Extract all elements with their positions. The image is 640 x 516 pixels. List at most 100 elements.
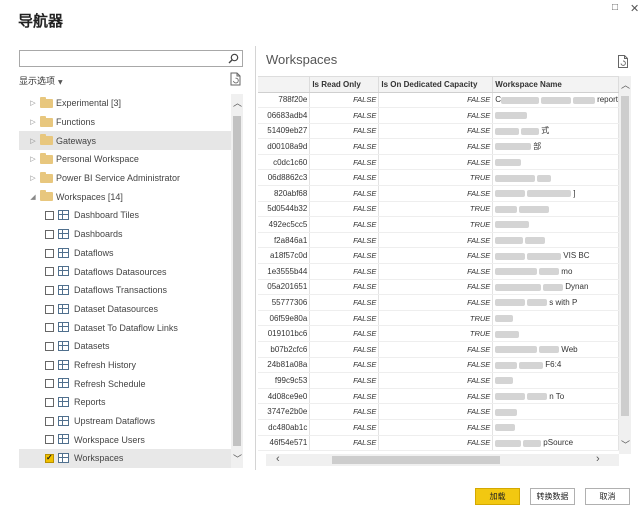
redacted-text: [525, 237, 546, 245]
scroll-down-icon[interactable]: ﹀: [621, 438, 630, 451]
tree-table-item[interactable]: Datasets: [19, 337, 231, 356]
tree-table-item[interactable]: Dashboards: [19, 225, 231, 244]
search-icon[interactable]: [228, 53, 239, 64]
preview-vertical-scrollbar[interactable]: ︿ ﹀: [619, 76, 631, 454]
checkbox[interactable]: [45, 398, 54, 407]
checkbox[interactable]: [45, 248, 54, 258]
transform-data-button[interactable]: 转换数据: [530, 488, 575, 505]
table-row: 51409eb27 FALSE FALSE 式: [258, 123, 619, 140]
is-dedicated-capacity-cell: FALSE: [378, 107, 494, 124]
scroll-down-icon[interactable]: ﹀: [233, 452, 242, 465]
preview-vertical-scroll-thumb[interactable]: [621, 96, 629, 416]
checkbox[interactable]: [45, 267, 54, 277]
redacted-text: [573, 96, 596, 104]
is-read-only-cell: FALSE: [309, 388, 380, 405]
column-header[interactable]: Is Read Only: [309, 77, 380, 93]
column-header[interactable]: [258, 77, 311, 93]
workspace-name-suffix: Dynan: [565, 282, 589, 292]
column-header[interactable]: Workspace Name: [492, 77, 619, 93]
tree-folder-item[interactable]: ▷ Functions: [19, 113, 231, 132]
table-row: 5d0544b32 FALSE TRUE: [258, 201, 619, 218]
checkbox[interactable]: [45, 453, 54, 464]
expand-arrow-icon[interactable]: ▷: [29, 118, 37, 126]
search-field[interactable]: [19, 50, 243, 67]
tree-table-item[interactable]: Dataset To Dataflow Links: [19, 318, 231, 337]
tree-folder-item[interactable]: ▷ Gateways: [19, 131, 231, 151]
display-options-dropdown[interactable]: 显示选项 ▼: [19, 74, 63, 87]
tree-table-item[interactable]: Workspace Users: [19, 430, 231, 449]
refresh-preview-icon[interactable]: [229, 72, 242, 86]
refresh-preview-icon[interactable]: [617, 55, 629, 68]
load-button[interactable]: 加载: [475, 488, 520, 505]
maximize-button[interactable]: □: [612, 2, 618, 13]
expand-arrow-icon[interactable]: ▷: [29, 155, 37, 163]
close-button[interactable]: ✕: [630, 2, 639, 15]
tree-table-item[interactable]: Dataflows Datasources: [19, 262, 231, 281]
tree-table-item[interactable]: Refresh Schedule: [19, 374, 231, 393]
checkbox[interactable]: [45, 360, 54, 370]
table-icon: [58, 453, 69, 464]
search-input[interactable]: [20, 51, 220, 66]
tree-table-item[interactable]: Upstream Dataflows: [19, 412, 231, 431]
cancel-button[interactable]: 取消: [585, 488, 630, 505]
redacted-text: [495, 361, 518, 369]
workspace-name-cell: Creport: [492, 92, 619, 109]
navigator-scroll-thumb[interactable]: [233, 116, 241, 446]
workspace-id-cell: 06f59e80a: [258, 310, 311, 327]
redacted-text: [495, 268, 538, 276]
tree-folder-item[interactable]: ▷ Power BI Service Administrator: [19, 169, 231, 188]
workspace-name-suffix: 式: [541, 126, 550, 136]
tree-folder-item[interactable]: ▷ Personal Workspace: [19, 150, 231, 169]
tree-table-item[interactable]: Dataflows Transactions: [19, 281, 231, 300]
tree-table-item[interactable]: Reports: [19, 393, 231, 412]
column-header[interactable]: Is On Dedicated Capacity: [378, 77, 494, 93]
is-read-only-cell: FALSE: [309, 435, 380, 452]
tree-table-item[interactable]: Refresh History: [19, 356, 231, 375]
expand-arrow-icon[interactable]: ▷: [29, 137, 37, 145]
checkbox[interactable]: [45, 323, 54, 333]
checkbox[interactable]: [45, 304, 54, 314]
workspace-name-cell: [492, 310, 619, 327]
redacted-text: [495, 174, 536, 182]
is-read-only-cell: FALSE: [309, 201, 380, 218]
scroll-left-icon[interactable]: ‹: [276, 453, 280, 465]
scroll-up-icon[interactable]: ︿: [621, 78, 630, 91]
tree-table-item[interactable]: Dashboard Tiles: [19, 206, 231, 225]
collapse-arrow-icon[interactable]: ◢: [29, 193, 37, 201]
tree-table-item[interactable]: Dataset Datasources: [19, 300, 231, 319]
checkbox[interactable]: [45, 285, 54, 295]
folder-icon: [40, 97, 53, 108]
scroll-right-icon[interactable]: ›: [596, 453, 600, 465]
expand-arrow-icon[interactable]: ▷: [29, 99, 37, 107]
checkbox[interactable]: [45, 229, 54, 239]
preview-horizontal-scrollbar[interactable]: ‹ ›: [266, 453, 619, 466]
preview-horizontal-scroll-thumb[interactable]: [332, 456, 500, 464]
tree-item-label: Gateways: [56, 135, 97, 146]
workspace-name-suffix: pSource: [543, 438, 574, 448]
tree-item-label: Workspaces [14]: [56, 191, 123, 202]
scroll-up-icon[interactable]: ︿: [233, 96, 242, 109]
table-row: 06f59e80a FALSE TRUE: [258, 310, 619, 327]
expand-arrow-icon[interactable]: ▷: [29, 174, 37, 182]
checkbox[interactable]: [45, 341, 54, 351]
workspace-id-cell: 51409eb27: [258, 123, 311, 140]
tree-table-item[interactable]: Dataflows: [19, 244, 231, 263]
workspace-name-suffix: n To: [549, 391, 565, 401]
is-read-only-cell: FALSE: [309, 123, 380, 140]
tree-folder-item[interactable]: ◢ Workspaces [14]: [19, 187, 231, 206]
checkbox[interactable]: [45, 416, 54, 426]
workspace-name-suffix: mo: [561, 266, 573, 276]
tree-table-item[interactable]: Workspaces: [19, 449, 231, 468]
redacted-text: [501, 96, 540, 104]
table-row: 1e3555b44 FALSE FALSE mo: [258, 263, 619, 280]
redacted-text: [495, 392, 526, 400]
tree-item-label: Dataset Datasources: [74, 303, 159, 314]
navigator-scrollbar[interactable]: ︿ ﹀: [231, 94, 243, 468]
redacted-text: [495, 315, 514, 322]
tree-item-label: Dataflows Datasources: [74, 266, 167, 277]
tree-folder-item[interactable]: ▷ Experimental [3]: [19, 94, 231, 113]
checkbox[interactable]: [45, 211, 54, 221]
checkbox[interactable]: [45, 435, 54, 445]
workspace-id-cell: dc480ab1c: [258, 419, 311, 436]
checkbox[interactable]: [45, 379, 54, 389]
